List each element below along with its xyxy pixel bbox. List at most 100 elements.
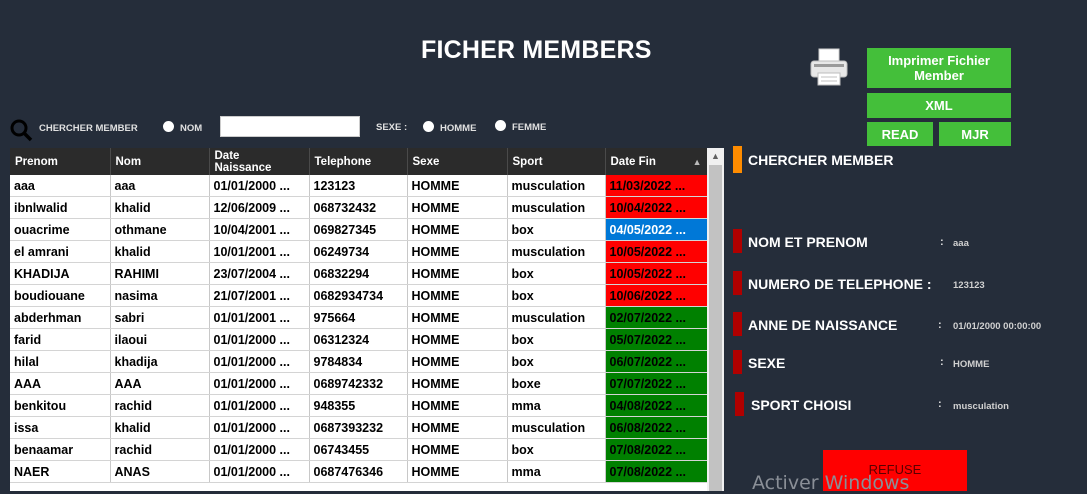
cell-naissance[interactable]: 10/04/2001 ... [209, 218, 310, 241]
table-row[interactable]: boudiouane nasima 21/07/2001 ... 0682934734… [10, 284, 707, 307]
scroll-up-arrow-icon[interactable]: ▲ [707, 148, 724, 164]
cell-tel[interactable]: 069827345 [309, 218, 408, 241]
cell-sport[interactable]: musculation [507, 416, 606, 439]
cell-sexe[interactable]: HOMME [407, 460, 508, 483]
column-header-telephone[interactable]: Telephone [309, 148, 408, 175]
homme-radio[interactable] [423, 121, 434, 132]
cell-tel[interactable]: 0682934734 [309, 284, 408, 307]
cell-nom[interactable]: ilaoui [110, 328, 210, 351]
cell-sport[interactable]: box [507, 218, 606, 241]
column-header-sexe[interactable]: Sexe [407, 148, 508, 175]
table-row[interactable]: farid ilaoui 01/01/2000 ... 06312324 HOMME bo… [10, 328, 707, 351]
cell-fin[interactable]: 10/05/2022 ... [605, 240, 707, 263]
table-row[interactable]: AAA AAA 01/01/2000 ... 0689742332 HOMME boxe 0… [10, 372, 707, 395]
cell-nom[interactable]: aaa [110, 175, 210, 197]
cell-prenom[interactable]: aaa [10, 175, 111, 197]
cell-tel[interactable]: 06249734 [309, 240, 408, 263]
table-row[interactable]: aaa aaa 01/01/2000 ... 123123 HOMME musculati… [10, 175, 707, 197]
mjr-button[interactable]: MJR [939, 122, 1011, 146]
read-button[interactable]: READ [867, 122, 933, 146]
search-input[interactable] [220, 116, 360, 137]
cell-sport[interactable]: boxe [507, 372, 606, 395]
table-row[interactable]: issa khalid 01/01/2000 ... 0687393232 HOMME m… [10, 416, 707, 439]
cell-naissance[interactable]: 10/01/2001 ... [209, 240, 310, 263]
members-table[interactable]: Prenom Nom Date Naissance Telephone Sexe… [10, 148, 707, 491]
cell-sexe[interactable]: HOMME [407, 218, 508, 241]
cell-sport[interactable]: box [507, 262, 606, 285]
cell-sport[interactable]: musculation [507, 240, 606, 263]
cell-sport[interactable]: musculation [507, 306, 606, 329]
cell-prenom[interactable]: farid [10, 328, 111, 351]
cell-naissance[interactable]: 21/07/2001 ... [209, 284, 310, 307]
cell-prenom[interactable]: abderhman [10, 306, 111, 329]
cell-sport[interactable]: mma [507, 460, 606, 483]
nom-radio[interactable] [163, 121, 174, 132]
cell-nom[interactable]: AAA [110, 372, 210, 395]
cell-tel[interactable]: 948355 [309, 394, 408, 417]
cell-tel[interactable]: 06312324 [309, 328, 408, 351]
cell-naissance[interactable]: 01/01/2000 ... [209, 394, 310, 417]
print-file-button[interactable]: Imprimer Fichier Member [867, 48, 1011, 88]
cell-fin[interactable]: 07/08/2022 ... [605, 460, 707, 483]
cell-nom[interactable]: rachid [110, 394, 210, 417]
cell-tel[interactable]: 06743455 [309, 438, 408, 461]
cell-sexe[interactable]: HOMME [407, 284, 508, 307]
cell-naissance[interactable]: 01/01/2000 ... [209, 416, 310, 439]
column-header-prenom[interactable]: Prenom [10, 148, 111, 175]
cell-sexe[interactable]: HOMME [407, 438, 508, 461]
column-header-nom[interactable]: Nom [110, 148, 210, 175]
cell-sexe[interactable]: HOMME [407, 306, 508, 329]
cell-tel[interactable]: 0687393232 [309, 416, 408, 439]
cell-fin[interactable]: 10/04/2022 ... [605, 196, 707, 219]
cell-nom[interactable]: rachid [110, 438, 210, 461]
cell-fin[interactable]: 02/07/2022 ... [605, 306, 707, 329]
cell-prenom[interactable]: NAER [10, 460, 111, 483]
cell-nom[interactable]: ANAS [110, 460, 210, 483]
scrollbar-thumb[interactable] [709, 165, 722, 491]
cell-tel[interactable]: 9784834 [309, 350, 408, 373]
cell-prenom[interactable]: ouacrime [10, 218, 111, 241]
cell-naissance[interactable]: 12/06/2009 ... [209, 196, 310, 219]
cell-fin[interactable]: 10/05/2022 ... [605, 262, 707, 285]
cell-sport[interactable]: box [507, 284, 606, 307]
column-header-date-fin[interactable]: Date Fin ▲ [605, 148, 707, 175]
table-row[interactable]: abderhman sabri 01/01/2001 ... 975664 HOMME m… [10, 306, 707, 329]
cell-naissance[interactable]: 01/01/2000 ... [209, 175, 310, 197]
table-row[interactable]: ouacrime othmane 10/04/2001 ... 069827345 HO… [10, 218, 707, 241]
cell-tel[interactable]: 975664 [309, 306, 408, 329]
column-header-date-naissance[interactable]: Date Naissance [209, 148, 310, 175]
cell-fin[interactable]: 10/06/2022 ... [605, 284, 707, 307]
cell-sport[interactable]: box [507, 438, 606, 461]
cell-sexe[interactable]: HOMME [407, 394, 508, 417]
cell-naissance[interactable]: 23/07/2004 ... [209, 262, 310, 285]
cell-tel[interactable]: 068732432 [309, 196, 408, 219]
cell-sexe[interactable]: HOMME [407, 196, 508, 219]
cell-nom[interactable]: khadija [110, 350, 210, 373]
cell-prenom[interactable]: hilal [10, 350, 111, 373]
cell-prenom[interactable]: benkitou [10, 394, 111, 417]
cell-prenom[interactable]: KHADIJA [10, 262, 111, 285]
cell-fin[interactable]: 05/07/2022 ... [605, 328, 707, 351]
column-header-sport[interactable]: Sport [507, 148, 606, 175]
cell-naissance[interactable]: 01/01/2000 ... [209, 350, 310, 373]
cell-naissance[interactable]: 01/01/2001 ... [209, 306, 310, 329]
cell-prenom[interactable]: boudiouane [10, 284, 111, 307]
cell-sport[interactable]: musculation [507, 196, 606, 219]
table-row[interactable]: ibnlwalid khalid 12/06/2009 ... 068732432 HO… [10, 196, 707, 219]
cell-sexe[interactable]: HOMME [407, 350, 508, 373]
cell-naissance[interactable]: 01/01/2000 ... [209, 328, 310, 351]
cell-sport[interactable]: mma [507, 394, 606, 417]
cell-naissance[interactable]: 01/01/2000 ... [209, 460, 310, 483]
table-scrollbar[interactable]: ▲ [707, 148, 724, 491]
cell-sport[interactable]: musculation [507, 175, 606, 197]
cell-prenom[interactable]: benaamar [10, 438, 111, 461]
cell-prenom[interactable]: el amrani [10, 240, 111, 263]
cell-sexe[interactable]: HOMME [407, 240, 508, 263]
cell-sport[interactable]: box [507, 350, 606, 373]
cell-fin[interactable]: 07/07/2022 ... [605, 372, 707, 395]
cell-nom[interactable]: othmane [110, 218, 210, 241]
cell-naissance[interactable]: 01/01/2000 ... [209, 372, 310, 395]
cell-nom[interactable]: khalid [110, 196, 210, 219]
table-row[interactable]: KHADIJA RAHIMI 23/07/2004 ... 06832294 HOMME… [10, 262, 707, 285]
cell-nom[interactable]: khalid [110, 240, 210, 263]
